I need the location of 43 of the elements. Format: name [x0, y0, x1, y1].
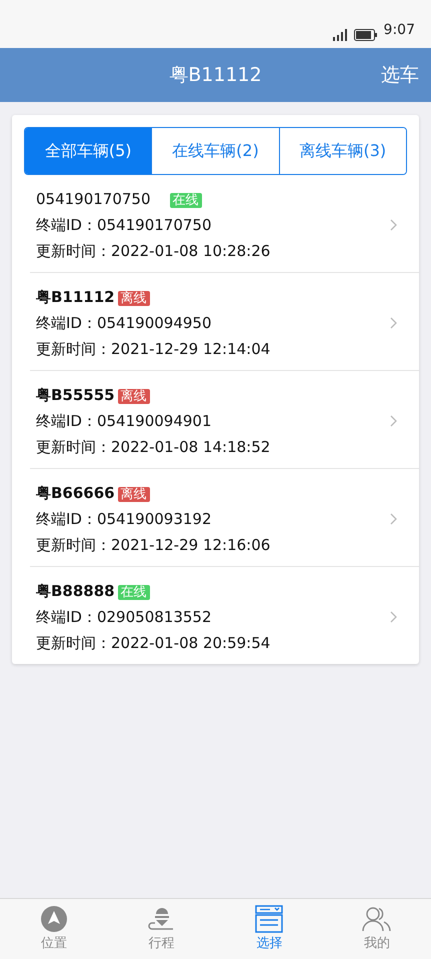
chevron-right-icon — [390, 513, 397, 525]
chevron-right-icon — [390, 219, 397, 231]
select-vehicle-link[interactable]: 选车 — [381, 60, 419, 90]
battery-icon — [354, 29, 378, 41]
filter-tab[interactable]: 离线车辆(3) — [278, 128, 406, 174]
nav-tab[interactable]: 位置 — [0, 899, 108, 959]
signal-icon — [332, 29, 348, 41]
status-tag: 在线 — [170, 193, 202, 208]
nav-tab[interactable]: 行程 — [108, 899, 216, 959]
vehicle-list-item[interactable]: 粤B66666 离线 终端ID：054190093192 更新时间：2021-12-29 12:16:06 — [30, 469, 419, 567]
vehicle-name: 粤B66666 — [36, 484, 115, 502]
list-form-icon — [255, 905, 284, 933]
vehicle-name: 粤B55555 — [36, 386, 115, 404]
vehicle-name: 粤B11112 — [36, 288, 115, 306]
nav-tab[interactable]: 选择 — [216, 899, 324, 959]
users-icon — [362, 905, 392, 933]
status-tag: 离线 — [118, 487, 150, 502]
chevron-right-icon — [390, 415, 397, 427]
page-title: 粤B11112 — [169, 62, 262, 88]
chevron-right-icon — [390, 317, 397, 329]
vehicle-list-item[interactable]: 粤B11112 离线 终端ID：054190094950 更新时间：2021-12-29 12:14:04 — [30, 273, 419, 371]
terminal-id-text: 终端ID：054190170750 — [36, 215, 212, 236]
nav-tab[interactable]: 我的 — [323, 899, 431, 959]
vehicle-name: 054190170750 — [36, 190, 151, 208]
status-tag: 离线 — [118, 389, 150, 404]
vehicle-name: 粤B88888 — [36, 582, 115, 600]
update-time-text: 更新时间：2021-12-29 12:16:06 — [36, 535, 272, 556]
status-time: 9:07 — [384, 21, 415, 40]
update-time-text: 更新时间：2022-01-08 10:28:26 — [36, 241, 272, 262]
terminal-id-text: 终端ID：054190094901 — [36, 411, 212, 432]
update-time-text: 更新时间：2021-12-29 12:14:04 — [36, 339, 272, 360]
vehicle-list-item[interactable]: 054190170750 在线 终端ID：054190170750 更新时间：2022-01-08 10:28:26 — [30, 175, 419, 273]
update-time-text: 更新时间：2022-01-08 20:59:54 — [36, 633, 272, 654]
status-tag: 离线 — [118, 291, 150, 306]
terminal-id-text: 终端ID：029050813552 — [36, 607, 212, 628]
vehicle-list-item[interactable]: 粤B55555 离线 终端ID：054190094901 更新时间：2022-01-08 14:18:52 — [30, 371, 419, 469]
vehicle-list-item[interactable]: 粤B88888 在线 终端ID：029050813552 更新时间：2022-01-08 20:59:54 — [30, 567, 419, 664]
terminal-id-text: 终端ID：054190093192 — [36, 509, 212, 530]
terminal-id-text: 终端ID：054190094950 — [36, 313, 212, 334]
chevron-right-icon — [390, 611, 397, 623]
status-tag: 在线 — [118, 585, 150, 600]
filter-tab[interactable]: 全部车辆(5) — [25, 128, 152, 174]
update-time-text: 更新时间：2022-01-08 14:18:52 — [36, 437, 272, 458]
